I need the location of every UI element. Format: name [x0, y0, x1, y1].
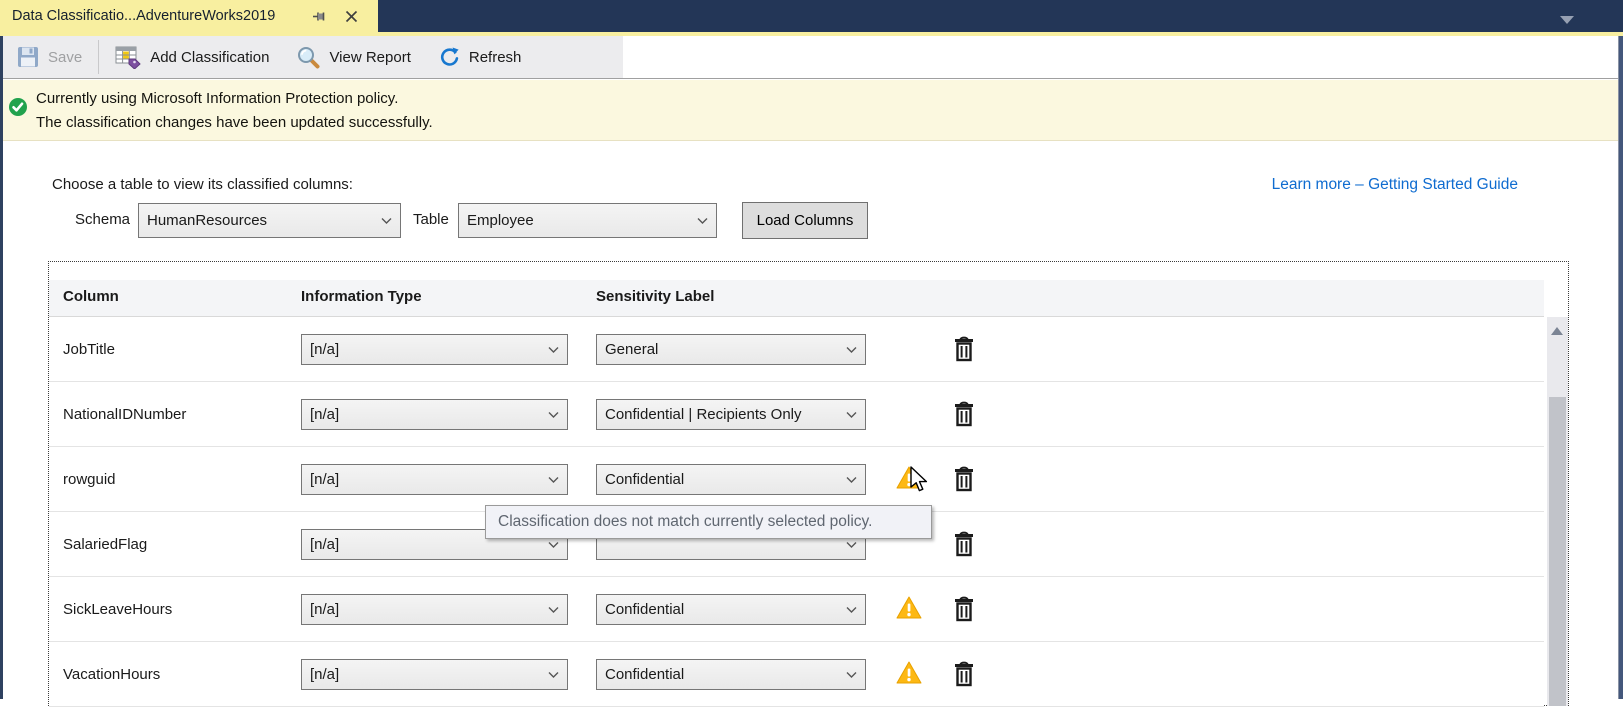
sensitivity-label-dropdown[interactable]: Confidential | Recipients Only — [596, 399, 866, 430]
header-sensitivity-label: Sensitivity Label — [596, 288, 714, 305]
tab-list-dropdown-icon[interactable] — [1560, 16, 1574, 24]
chevron-down-icon — [548, 346, 559, 353]
table-tag-icon — [115, 45, 141, 69]
vertical-scrollbar[interactable] — [1547, 317, 1568, 706]
trash-icon[interactable] — [953, 401, 975, 427]
policy-mismatch-tooltip: Classification does not match currently … — [485, 505, 932, 539]
chevron-down-icon — [548, 541, 559, 548]
tab-strip: Data Classificatio...AdventureWorks2019 — [0, 0, 1623, 32]
warning-triangle-icon[interactable] — [895, 660, 923, 686]
table-label: Table — [413, 211, 449, 228]
information-type-dropdown[interactable]: [n/a] — [301, 334, 568, 365]
chevron-down-icon — [697, 217, 708, 224]
sensitivity-label-dropdown[interactable]: Confidential — [596, 464, 866, 495]
information-type-dropdown[interactable]: [n/a] — [301, 594, 568, 625]
trash-icon[interactable] — [953, 661, 975, 687]
toolbar-separator — [98, 40, 99, 74]
column-name: SalariedFlag — [63, 512, 147, 576]
chevron-down-icon — [846, 606, 857, 613]
close-icon[interactable] — [340, 5, 362, 27]
chevron-down-icon — [548, 606, 559, 613]
column-name: VacationHours — [63, 642, 160, 706]
status-banner: Currently using Microsoft Information Pr… — [3, 80, 1618, 141]
information-type-dropdown[interactable]: [n/a] — [301, 464, 568, 495]
chevron-down-icon — [846, 541, 857, 548]
table-header-row: Column Information Type Sensitivity Labe… — [49, 280, 1544, 317]
table-row: JobTitle [n/a] General — [49, 317, 1544, 382]
classification-table: Column Information Type Sensitivity Labe… — [48, 261, 1569, 706]
tab-title: Data Classificatio...AdventureWorks2019 — [12, 8, 275, 24]
add-classification-label: Add Classification — [150, 49, 269, 66]
view-report-button[interactable]: View Report — [283, 36, 424, 78]
refresh-label: Refresh — [469, 49, 522, 66]
schema-value: HumanResources — [139, 212, 400, 229]
trash-icon[interactable] — [953, 596, 975, 622]
view-report-label: View Report — [329, 49, 410, 66]
schema-label: Schema — [75, 211, 130, 228]
scroll-up-arrow-icon[interactable] — [1551, 327, 1563, 335]
sensitivity-label-dropdown[interactable]: Confidential — [596, 594, 866, 625]
save-button[interactable]: Save — [3, 36, 96, 78]
table-row: NationalIDNumber [n/a] Confidential | Re… — [49, 382, 1544, 447]
choose-table-label: Choose a table to view its classified co… — [52, 176, 353, 193]
refresh-icon — [439, 47, 460, 68]
pin-icon[interactable] — [308, 5, 330, 27]
column-name: NationalIDNumber — [63, 382, 186, 446]
chevron-down-icon — [548, 671, 559, 678]
table-row: rowguid [n/a] Confidential — [49, 447, 1544, 512]
warning-triangle-icon[interactable] — [895, 595, 923, 621]
chevron-down-icon — [846, 411, 857, 418]
information-type-dropdown[interactable]: [n/a] — [301, 659, 568, 690]
chevron-down-icon — [846, 671, 857, 678]
schema-dropdown[interactable]: HumanResources — [138, 203, 401, 238]
column-name: JobTitle — [63, 317, 115, 381]
chevron-down-icon — [846, 476, 857, 483]
window-right-border — [1618, 36, 1623, 699]
sensitivity-label-dropdown[interactable]: General — [596, 334, 866, 365]
learn-more-link[interactable]: Learn more – Getting Started Guide — [1272, 176, 1518, 194]
banner-line1: Currently using Microsoft Information Pr… — [36, 87, 433, 111]
header-information-type: Information Type — [301, 288, 422, 305]
scrollbar-thumb[interactable] — [1549, 397, 1566, 706]
banner-line2: The classification changes have been upd… — [36, 111, 433, 135]
table-value: Employee — [459, 212, 716, 229]
add-classification-button[interactable]: Add Classification — [101, 36, 283, 78]
trash-icon[interactable] — [953, 531, 975, 557]
chevron-down-icon — [846, 346, 857, 353]
save-label: Save — [48, 49, 82, 66]
sensitivity-label-dropdown[interactable]: Confidential — [596, 659, 866, 690]
table-dropdown[interactable]: Employee — [458, 203, 717, 238]
green-check-icon — [8, 97, 28, 122]
chevron-down-icon — [548, 476, 559, 483]
chevron-down-icon — [548, 411, 559, 418]
column-name: SickLeaveHours — [63, 577, 172, 641]
chevron-down-icon — [381, 217, 392, 224]
table-row: VacationHours [n/a] Confidential — [49, 642, 1544, 707]
trash-icon[interactable] — [953, 466, 975, 492]
column-name: rowguid — [63, 447, 116, 511]
load-columns-button[interactable]: Load Columns — [742, 202, 868, 239]
trash-icon[interactable] — [953, 336, 975, 362]
toolbar: Save Add Classification — [3, 36, 1618, 79]
table-row: SickLeaveHours [n/a] Confidential — [49, 577, 1544, 642]
magnifier-icon — [297, 46, 320, 69]
floppy-disk-icon — [17, 46, 39, 68]
information-type-dropdown[interactable]: [n/a] — [301, 399, 568, 430]
refresh-button[interactable]: Refresh — [425, 36, 536, 78]
header-column: Column — [63, 288, 119, 305]
mouse-cursor — [910, 466, 932, 501]
